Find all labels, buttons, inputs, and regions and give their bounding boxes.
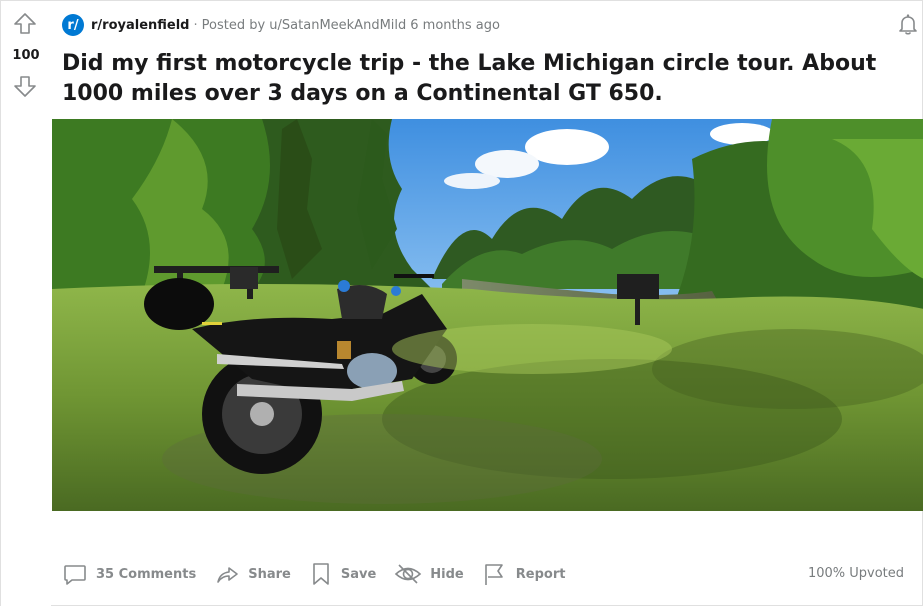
notification-button[interactable] xyxy=(896,12,920,36)
meta-separator: · xyxy=(193,17,198,33)
bookmark-icon xyxy=(313,563,329,585)
save-label: Save xyxy=(340,566,377,582)
subreddit-link[interactable]: r/royalenfield xyxy=(91,18,190,33)
post-meta: r/ r/royalenfield · Posted by u/SatanMee… xyxy=(62,13,500,37)
share-label: Share xyxy=(248,566,291,582)
arrow-down-icon xyxy=(14,76,36,97)
share-button[interactable]: Share xyxy=(214,556,291,592)
motorcycle-landscape-photo xyxy=(52,119,923,511)
arrow-up-icon xyxy=(14,13,36,34)
upvote-button[interactable] xyxy=(12,11,38,37)
upvote-ratio: 100% Upvoted xyxy=(807,566,904,581)
hide-label: Hide xyxy=(430,566,464,582)
flag-icon xyxy=(484,564,503,585)
eye-slash-icon xyxy=(395,564,422,584)
bell-icon xyxy=(899,14,917,35)
comment-bubble-icon xyxy=(64,565,86,585)
post-age[interactable]: 6 months ago xyxy=(410,18,500,33)
post-action-bar: 35 Comments Share Save Hide Report xyxy=(62,556,583,592)
post-card: 100 r/ r/royalenfield · Posted by u/Sata… xyxy=(0,0,923,606)
posted-by[interactable]: Posted by u/SatanMeekAndMild xyxy=(202,18,407,33)
downvote-button[interactable] xyxy=(12,73,38,99)
share-arrow-icon xyxy=(217,567,239,583)
post-image[interactable] xyxy=(52,119,923,511)
post-title[interactable]: Did my first motorcycle trip - the Lake … xyxy=(62,49,902,109)
subreddit-icon[interactable]: r/ xyxy=(62,14,84,36)
vote-column: 100 xyxy=(1,1,51,606)
hide-button[interactable]: Hide xyxy=(394,556,464,592)
report-button[interactable]: Report xyxy=(482,556,566,592)
report-label: Report xyxy=(515,566,566,582)
comments-label: 35 Comments xyxy=(96,566,197,582)
save-button[interactable]: Save xyxy=(309,556,376,592)
comments-button[interactable]: 35 Comments xyxy=(62,556,196,592)
vote-score: 100 xyxy=(12,48,40,63)
